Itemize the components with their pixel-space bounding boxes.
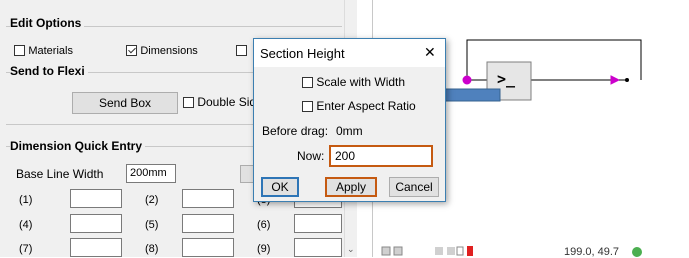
- apply-button[interactable]: Apply: [325, 177, 377, 197]
- edit-options-title: Edit Options: [10, 16, 85, 30]
- dimensions-label: Dimensions: [140, 45, 198, 57]
- enter-aspect-ratio-checkbox[interactable]: Enter Aspect Ratio: [302, 99, 416, 113]
- scale-with-width-label: Scale with Width: [316, 75, 406, 89]
- field-input-8[interactable]: [182, 238, 234, 257]
- send-to-flexi-title: Send to Flexi: [10, 64, 88, 78]
- dialog-titlebar[interactable]: Section Height ✕: [254, 39, 445, 67]
- enter-aspect-ratio-label: Enter Aspect Ratio: [316, 99, 416, 113]
- section-height-dialog: Section Height ✕ Scale with Width Enter …: [253, 38, 446, 202]
- third-option-checkbox[interactable]: [236, 43, 247, 57]
- base-line-width-input[interactable]: 200mm: [126, 164, 176, 183]
- field-label-9: (9): [257, 243, 271, 255]
- scale-with-width-checkbox[interactable]: Scale with Width: [302, 75, 405, 89]
- lock-icon: [456, 246, 464, 256]
- coordinate-status: 199.0, 49.7: [564, 246, 620, 258]
- redo-icon: [393, 246, 403, 256]
- status-green-icon: [632, 247, 642, 257]
- field-input-9[interactable]: [294, 238, 342, 257]
- now-input[interactable]: 200: [329, 145, 433, 167]
- materials-checkbox-box[interactable]: [14, 45, 25, 57]
- field-label-7: (7): [19, 243, 33, 255]
- dialog-title: Section Height: [260, 46, 345, 61]
- field-label-1: (1): [19, 194, 33, 206]
- base-line-width-label: Base Line Width: [16, 167, 104, 181]
- field-input-5[interactable]: [182, 214, 234, 233]
- dimensions-checkbox-box[interactable]: [126, 45, 137, 57]
- send-box-button[interactable]: Send Box: [72, 92, 178, 114]
- enter-aspect-ratio-box[interactable]: [302, 101, 313, 113]
- dqe-title: Dimension Quick Entry: [10, 139, 146, 153]
- field-input-6[interactable]: [294, 214, 342, 233]
- arrow-terminator-icon: [610, 75, 621, 85]
- field-input-4[interactable]: [70, 214, 122, 233]
- field-label-8: (8): [145, 243, 159, 255]
- double-sided-checkbox[interactable]: Double Side: [183, 95, 263, 109]
- field-input-1[interactable]: [70, 189, 122, 208]
- field-input-2[interactable]: [182, 189, 234, 208]
- field-label-6: (6): [257, 219, 271, 231]
- field-label-2: (2): [145, 194, 159, 206]
- ok-button[interactable]: OK: [261, 177, 299, 197]
- now-label: Now:: [297, 149, 325, 163]
- tool-icon-2: [447, 247, 455, 255]
- materials-label: Materials: [28, 45, 73, 57]
- dimensions-checkbox[interactable]: Dimensions: [126, 43, 198, 57]
- scale-with-width-box[interactable]: [302, 77, 313, 89]
- cancel-button[interactable]: Cancel: [389, 177, 439, 197]
- scroll-down-arrow-icon[interactable]: ⌄: [347, 244, 355, 255]
- undo-icon: [381, 246, 391, 256]
- field-label-5: (5): [145, 219, 159, 231]
- close-icon[interactable]: ✕: [424, 44, 436, 61]
- field-label-4: (4): [19, 219, 33, 231]
- field-input-7[interactable]: [70, 238, 122, 257]
- red-marker-icon: [467, 246, 473, 256]
- before-drag-value: 0mm: [336, 124, 363, 138]
- third-option-checkbox-box[interactable]: [236, 45, 247, 57]
- materials-checkbox[interactable]: Materials: [14, 43, 73, 57]
- tool-icon-1: [435, 247, 443, 255]
- before-drag-label: Before drag:: [262, 124, 329, 138]
- node-right-icon: [625, 78, 629, 82]
- double-sided-checkbox-box[interactable]: [183, 97, 194, 109]
